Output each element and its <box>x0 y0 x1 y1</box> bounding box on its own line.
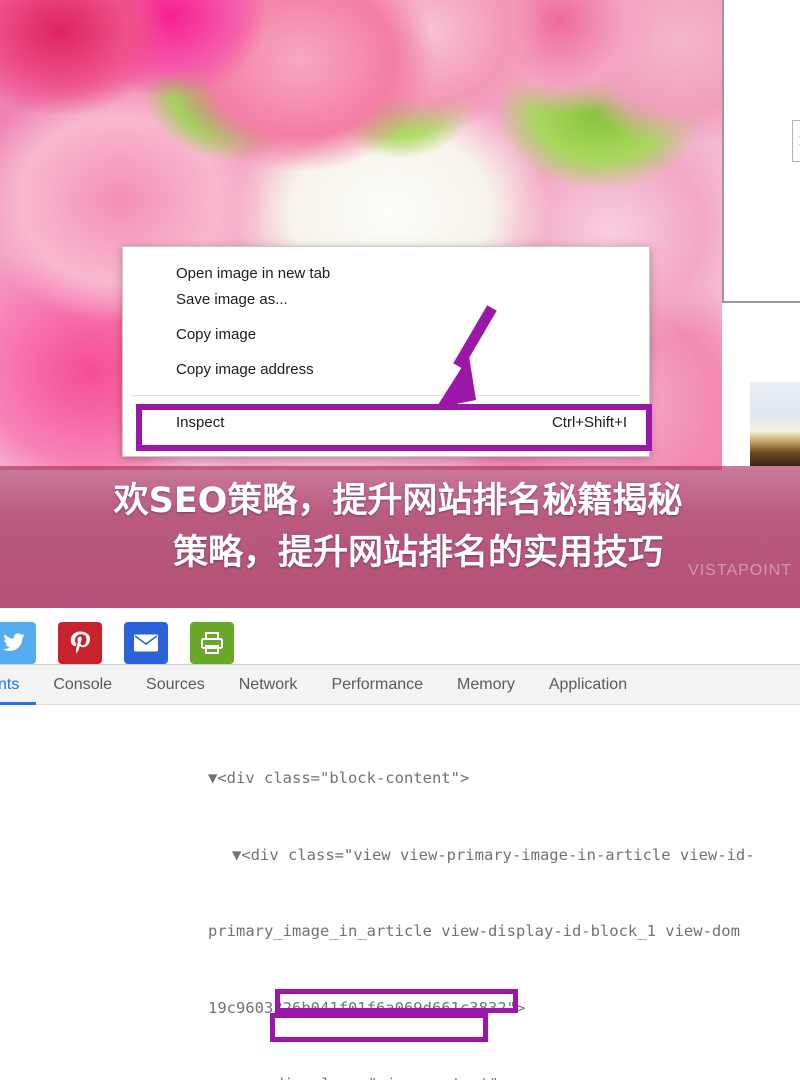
sidebar-thumbnail-image[interactable] <box>750 382 800 466</box>
menu-item-inspect-label: Inspect <box>176 414 225 431</box>
tab-network[interactable]: Network <box>222 665 315 705</box>
article-title-line-1: 欢SEO策略，提升网站排名秘籍揭秘 <box>113 481 683 521</box>
tab-memory[interactable]: Memory <box>440 665 532 705</box>
annotation-arrow-inspect <box>436 305 497 408</box>
article-title-banner: 欢SEO策略，提升网站排名秘籍揭秘 策略，提升网站排名的实用技巧 VISTAPO… <box>0 466 800 608</box>
dom-tree-view[interactable]: ▼<div class="block-content"> ▼<div class… <box>0 705 800 1080</box>
watermark-text: VISTAPOINT <box>688 562 792 579</box>
social-share-bar: RATE THIS ARTICLE: ★ ★ ★ ★ ★ CHO <box>0 608 800 664</box>
menu-item-copy-image-address[interactable]: Copy image address <box>123 352 649 387</box>
browser-page-area: B 欢SEO策略，提升网站排名秘籍揭秘 策略，提升网站排名的实用技巧 VISTA… <box>0 0 800 672</box>
devtools-tab-bar: nts Console Sources Network Performance … <box>0 665 800 705</box>
dom-line-4: 19c9603326b041f01f6a069d661c3832"> <box>208 998 526 1017</box>
dom-line-3: primary_image_in_article view-display-id… <box>208 922 740 940</box>
sidebar-box-label: B <box>792 120 800 162</box>
image-context-menu: Open image in new tab Save image as... C… <box>122 246 650 457</box>
pinterest-share-button[interactable] <box>58 622 102 664</box>
tab-console[interactable]: Console <box>36 665 129 705</box>
devtools-panel: nts Console Sources Network Performance … <box>0 664 800 1080</box>
menu-item-copy-image[interactable]: Copy image <box>123 317 649 352</box>
screenshot-root: B 欢SEO策略，提升网站排名秘籍揭秘 策略，提升网站排名的实用技巧 VISTA… <box>0 0 800 1080</box>
print-button[interactable] <box>190 622 234 664</box>
menu-item-save-image-as[interactable]: Save image as... <box>123 282 649 317</box>
menu-divider <box>131 395 641 396</box>
tab-application[interactable]: Application <box>532 665 644 705</box>
menu-item-inspect[interactable]: Inspect Ctrl+Shift+I <box>123 403 649 443</box>
email-share-button[interactable] <box>124 622 168 664</box>
tab-performance[interactable]: Performance <box>314 665 440 705</box>
page-right-sidebar: B <box>722 0 800 303</box>
menu-item-inspect-shortcut: Ctrl+Shift+I <box>551 414 627 431</box>
printer-icon <box>201 632 223 654</box>
dom-line-1[interactable]: ▼<div class="block-content"> <box>208 769 469 787</box>
pinterest-icon <box>70 631 90 654</box>
page-right-sidebar-lower <box>722 303 800 379</box>
article-title-line-2: 策略，提升网站排名的实用技巧 <box>172 533 663 573</box>
menu-item-open-image-new-tab[interactable]: Open image in new tab <box>123 247 649 282</box>
dom-line-2[interactable]: ▼<div class="view view-primary-image-in-… <box>232 846 755 864</box>
dom-line-5[interactable]: ▼<div class="view-content"> <box>256 1075 508 1080</box>
envelope-icon <box>134 634 158 652</box>
tab-sources[interactable]: Sources <box>129 665 222 705</box>
tab-elements[interactable]: nts <box>0 665 36 705</box>
twitter-share-button[interactable] <box>0 622 36 664</box>
twitter-icon <box>3 633 25 651</box>
